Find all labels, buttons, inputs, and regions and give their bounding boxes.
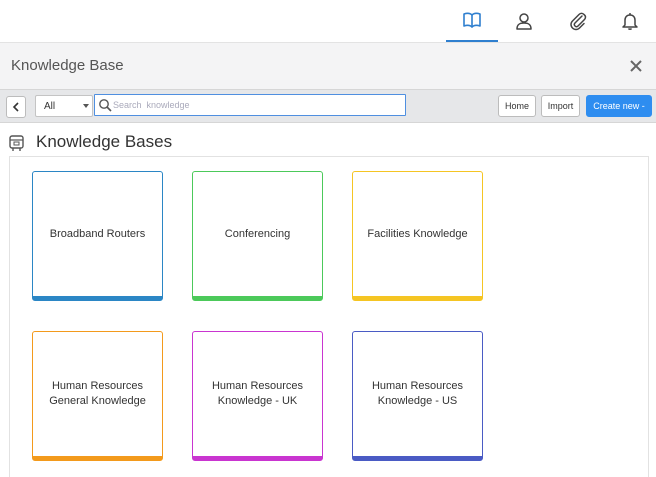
chevron-left-icon [12, 102, 19, 112]
paperclip-icon [570, 12, 587, 31]
home-button[interactable]: Home [498, 95, 536, 117]
back-button[interactable] [6, 96, 26, 118]
create-new-button[interactable]: Create new - [586, 95, 652, 117]
knowledge-tab[interactable] [446, 0, 498, 42]
kb-card-hr-general[interactable]: Human Resources General Knowledge [32, 331, 163, 461]
book-icon [463, 12, 481, 28]
filter-select-value: All [44, 101, 56, 112]
kb-card-label: Facilities Knowledge [367, 227, 468, 240]
window-title: Knowledge Base [11, 57, 124, 74]
toolbar: All Home Import Create new - [0, 89, 656, 123]
kb-card-conferencing[interactable]: Conferencing [192, 171, 323, 301]
user-tab[interactable] [498, 0, 550, 42]
kb-card-label: Human Resources Knowledge - US [371, 380, 464, 407]
search-icon [99, 99, 112, 112]
kb-card-label: Human Resources General Knowledge [49, 380, 146, 407]
bell-icon [622, 13, 638, 30]
search-box [94, 94, 406, 116]
kb-card-broadband-routers[interactable]: Broadband Routers [32, 171, 163, 301]
section-title: Knowledge Bases [36, 132, 173, 151]
search-input[interactable] [113, 97, 393, 113]
top-navigation-bar [0, 0, 656, 43]
kb-card-label: Conferencing [224, 227, 291, 240]
close-icon[interactable] [628, 58, 644, 74]
kb-card-hr-uk[interactable]: Human Resources Knowledge - UK [192, 331, 323, 461]
import-button[interactable]: Import [541, 95, 580, 117]
title-bar: Knowledge Base [0, 43, 656, 89]
knowledge-bases-panel: Broadband Routers Conferencing Facilitie… [9, 156, 649, 477]
filter-select[interactable]: All [35, 95, 93, 117]
kb-card-label: Broadband Routers [49, 227, 146, 240]
chevron-down-icon [83, 104, 89, 108]
kb-card-facilities-knowledge[interactable]: Facilities Knowledge [352, 171, 483, 301]
kb-card-hr-us[interactable]: Human Resources Knowledge - US [352, 331, 483, 461]
attachments-tab[interactable] [552, 0, 604, 42]
notifications-tab[interactable] [604, 0, 656, 42]
knowledge-base-icon [9, 135, 24, 151]
kb-card-label: Human Resources Knowledge - UK [211, 380, 304, 407]
user-icon [516, 13, 532, 30]
